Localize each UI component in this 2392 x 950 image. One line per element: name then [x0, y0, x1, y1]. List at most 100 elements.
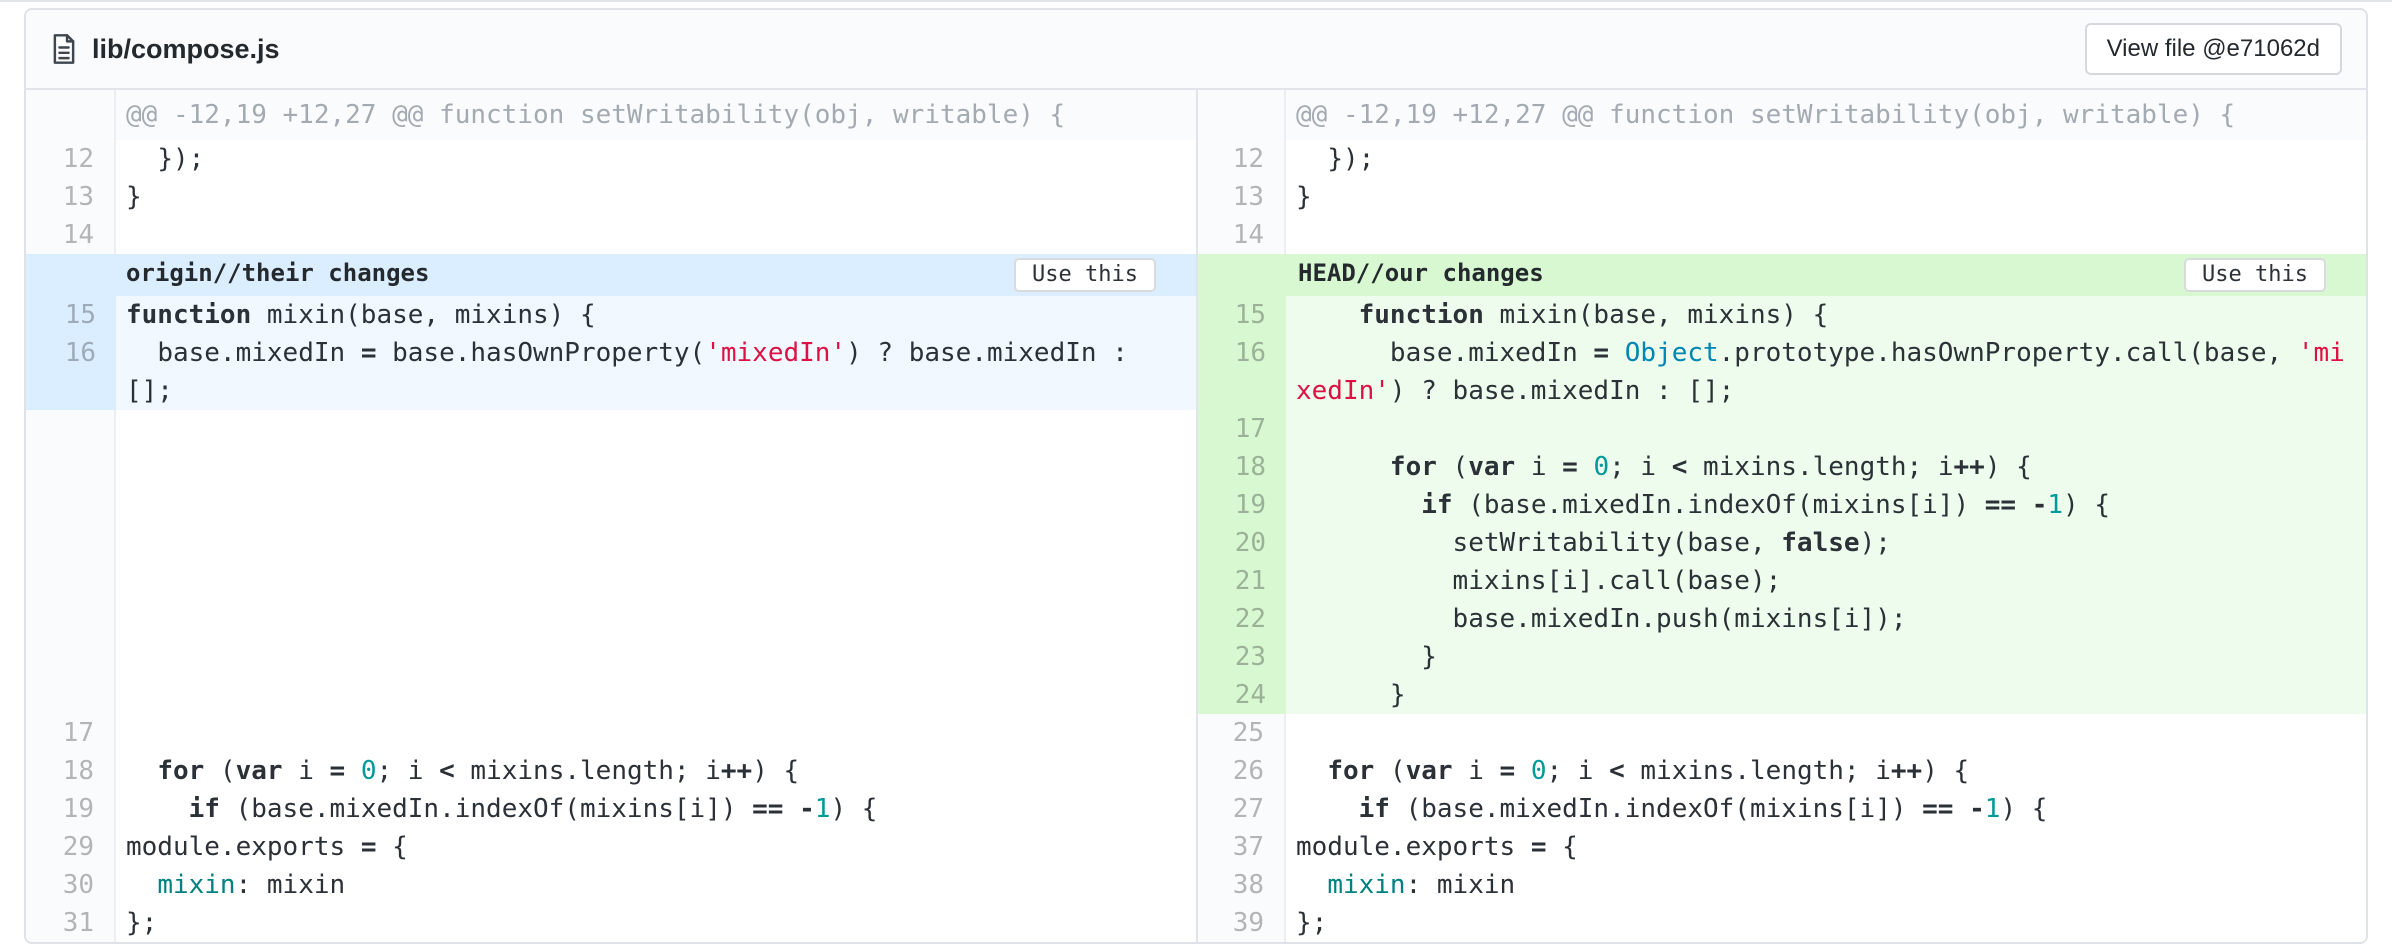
code-text: .prototype.hasOwnProperty.call(base,: [1719, 338, 2298, 368]
line-number: 27: [1198, 790, 1284, 828]
code-text: (base.mixedIn.indexOf(mixins[i]): [1390, 794, 1922, 824]
code-text: });: [126, 144, 204, 174]
line-number: 37: [1198, 828, 1284, 866]
code-line: if (base.mixedIn.indexOf(mixins[i]) == -…: [1286, 486, 2366, 524]
code-text: mixins.length; i: [1687, 452, 1953, 482]
builtin-token: Object: [1625, 338, 1719, 368]
line-number-cell: 13: [26, 178, 116, 216]
code-text: }: [126, 182, 142, 212]
line-number: 39: [1198, 904, 1284, 942]
keyword-token: function: [1359, 300, 1484, 330]
code-line: }: [1286, 676, 2366, 714]
code-line: }: [116, 178, 1196, 216]
keyword-token: =: [1562, 452, 1578, 482]
line-number-cell: 14: [1196, 216, 1286, 254]
code-text: [126, 870, 157, 900]
line-number-cell: 21: [1196, 562, 1286, 600]
code-line: [1286, 216, 2366, 254]
line-number: 13: [26, 178, 114, 216]
code-line: [116, 216, 1196, 254]
code-text: (: [1374, 756, 1405, 786]
line-number-cell: 13: [1196, 178, 1286, 216]
code-text: i: [1515, 452, 1562, 482]
line-number-cell: 17: [26, 714, 116, 752]
line-number: 18: [1198, 448, 1286, 486]
code-line: base.mixedIn = base.hasOwnProperty('mixe…: [116, 334, 1196, 410]
conflict-label-their: origin//their changes: [126, 259, 429, 287]
code-text: [1296, 300, 1359, 330]
code-text: [1953, 794, 1969, 824]
empty-gutter: [26, 524, 116, 562]
string-token: 'mixedIn': [705, 338, 846, 368]
code-line: mixin: mixin: [116, 866, 1196, 904]
empty-code-line: [116, 600, 1196, 638]
line-number-cell: 17: [1196, 410, 1286, 448]
code-text: [1296, 794, 1359, 824]
code-line: mixins[i].call(base);: [1286, 562, 2366, 600]
code-text: );: [1860, 528, 1891, 558]
file-text-icon: [50, 33, 78, 65]
code-text: mixins[i].call(base);: [1296, 566, 1781, 596]
keyword-token: ==: [1985, 490, 2016, 520]
code-text: [2016, 490, 2032, 520]
code-text: [1515, 756, 1531, 786]
line-number-cell: 27: [1196, 790, 1286, 828]
view-file-button[interactable]: View file @e71062d: [2085, 23, 2342, 75]
line-number: 15: [26, 296, 116, 334]
code-text: [126, 756, 157, 786]
code-text: }: [1296, 642, 1437, 672]
keyword-token: var: [1406, 756, 1453, 786]
code-line: for (var i = 0; i < mixins.length; i++) …: [1286, 752, 2366, 790]
file-path: lib/compose.js: [92, 34, 280, 65]
code-line: }: [1286, 638, 2366, 676]
code-text: ; i: [1609, 452, 1672, 482]
number-token: 0: [1593, 452, 1609, 482]
number-token: 1: [1985, 794, 2001, 824]
code-text: [1296, 490, 1421, 520]
empty-gutter: [26, 562, 116, 600]
keyword-token: =: [1593, 338, 1609, 368]
keyword-token: false: [1781, 528, 1859, 558]
line-number-cell: 38: [1196, 866, 1286, 904]
diff-grid: @@ -12,19 +12,27 @@ function setWritabil…: [26, 90, 2366, 942]
line-number-cell: 26: [1196, 752, 1286, 790]
use-this-button-ours[interactable]: Use this: [2184, 258, 2326, 292]
number-token: 0: [1531, 756, 1547, 786]
file-header: lib/compose.js View file @e71062d: [26, 10, 2366, 90]
line-number: 21: [1198, 562, 1286, 600]
code-text: [1296, 452, 1390, 482]
line-number-cell: 30: [26, 866, 116, 904]
code-text: base.mixedIn: [126, 338, 361, 368]
code-text: [1296, 870, 1327, 900]
code-text: base.mixedIn.push(mixins[i]);: [1296, 604, 1907, 634]
code-text: (base.mixedIn.indexOf(mixins[i]): [220, 794, 752, 824]
code-text: (base.mixedIn.indexOf(mixins[i]): [1453, 490, 1985, 520]
keyword-token: -: [2032, 490, 2048, 520]
code-text: ; i: [1547, 756, 1610, 786]
line-number-cell: 20: [1196, 524, 1286, 562]
line-number-cell: 22: [1196, 600, 1286, 638]
empty-code-line: [116, 524, 1196, 562]
line-number-cell: 12: [26, 140, 116, 178]
conflict-label-ours: HEAD//our changes: [1298, 259, 1544, 287]
keyword-token: -: [799, 794, 815, 824]
code-line: if (base.mixedIn.indexOf(mixins[i]) == -…: [116, 790, 1196, 828]
line-number: 18: [26, 752, 114, 790]
keyword-token: var: [236, 756, 283, 786]
line-number: 12: [26, 140, 114, 178]
line-number: 19: [1198, 486, 1286, 524]
code-line: };: [116, 904, 1196, 942]
keyword-token: -: [1969, 794, 1985, 824]
line-number: 14: [26, 216, 114, 254]
use-this-button-their[interactable]: Use this: [1014, 258, 1156, 292]
keyword-token: ==: [1922, 794, 1953, 824]
empty-code-line: [116, 638, 1196, 676]
code-line: if (base.mixedIn.indexOf(mixins[i]) == -…: [1286, 790, 2366, 828]
code-line: [116, 714, 1196, 752]
hunk-header: @@ -12,19 +12,27 @@ function setWritabil…: [1286, 90, 2366, 140]
code-text: (: [204, 756, 235, 786]
code-text: [783, 794, 799, 824]
code-text: [126, 794, 189, 824]
line-number-cell: 15: [26, 296, 116, 334]
line-number: 16: [26, 334, 116, 372]
